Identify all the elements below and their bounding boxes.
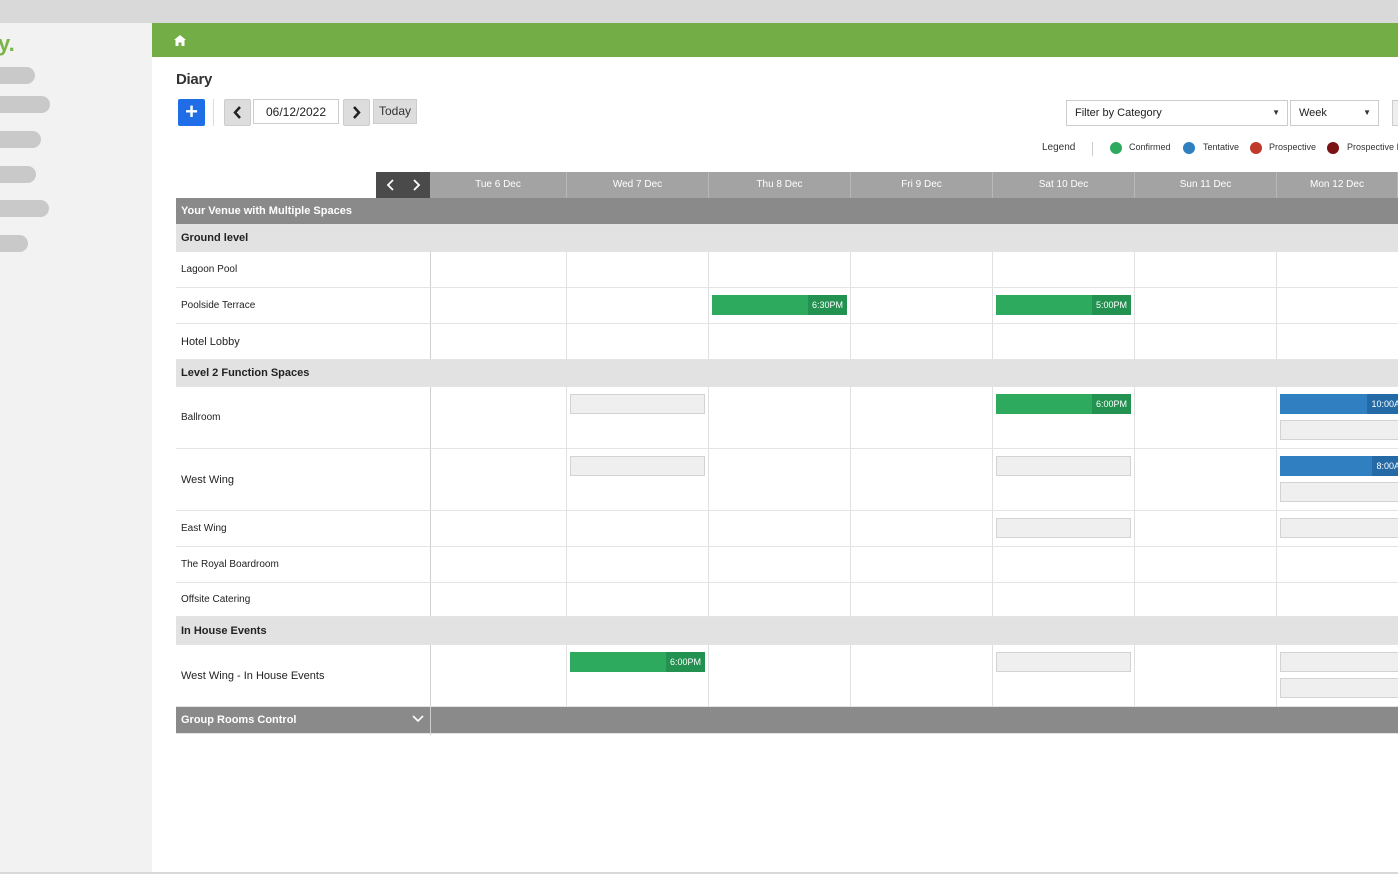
- space-row-label[interactable]: East Wing: [176, 511, 430, 547]
- space-row-label[interactable]: West Wing - In House Events: [176, 645, 430, 707]
- legend-divider: [1092, 142, 1093, 156]
- diary-main: Diary + 06/12/2022 Today Filter by Categ…: [152, 57, 1398, 873]
- space-row-label[interactable]: The Royal Boardroom: [176, 547, 430, 583]
- day-header: Fri 9 Dec: [851, 172, 993, 198]
- tentative-dot-icon: [1183, 142, 1195, 154]
- group-rooms-row: [430, 707, 1398, 734]
- chevron-right-icon: [353, 106, 361, 119]
- browser-top-strip: [0, 0, 1398, 23]
- sidebar-item[interactable]: [0, 235, 28, 252]
- app-logo: y.: [0, 31, 15, 56]
- booking-placeholder[interactable]: [1280, 518, 1398, 538]
- space-row[interactable]: [430, 547, 1398, 583]
- space-row-label[interactable]: Ballroom: [176, 387, 430, 449]
- day-header: Sat 10 Dec: [993, 172, 1135, 198]
- venue-row: [430, 198, 1398, 225]
- add-booking-button[interactable]: +: [178, 99, 205, 126]
- booking-time: 6:30PM: [807, 295, 847, 315]
- booking-placeholder[interactable]: [570, 394, 705, 414]
- booking-placeholder[interactable]: [570, 456, 705, 476]
- booking-placeholder[interactable]: [996, 518, 1131, 538]
- group-row: [430, 617, 1398, 645]
- category-filter-label: Filter by Category: [1075, 107, 1162, 119]
- booking-placeholder[interactable]: [1280, 420, 1398, 440]
- group-rooms-label: Group Rooms Control: [181, 714, 297, 726]
- category-filter-select[interactable]: Filter by Category ▼: [1066, 100, 1288, 126]
- booking-time: 8:00A: [1372, 456, 1398, 476]
- space-row[interactable]: [430, 583, 1398, 617]
- booking-tentative[interactable]: 10:00A: [1280, 394, 1398, 414]
- booking-time: 6:00PM: [1091, 394, 1131, 414]
- space-row-label[interactable]: Poolside Terrace: [176, 288, 430, 324]
- legend-prospective: Prospective: [1269, 142, 1317, 152]
- legend-title: Legend: [1042, 142, 1076, 153]
- booking-placeholder[interactable]: [1280, 482, 1398, 502]
- booking-confirmed[interactable]: 5:00PM: [996, 295, 1131, 315]
- booking-time: 5:00PM: [1091, 295, 1131, 315]
- group-row: [430, 225, 1398, 252]
- day-header: Mon 12 Dec: [1277, 172, 1398, 198]
- space-row[interactable]: [430, 511, 1398, 547]
- legend-confirmed: Confirmed: [1129, 142, 1171, 152]
- sidebar-item[interactable]: [0, 131, 41, 148]
- space-row-label[interactable]: West Wing: [176, 449, 430, 511]
- previous-date-button[interactable]: [224, 99, 251, 126]
- scroll-right-icon: [413, 179, 421, 191]
- legend-prospective-i: Prospective I: [1347, 142, 1398, 152]
- toolbar-divider: [213, 99, 214, 126]
- chevron-left-icon: [233, 106, 241, 119]
- prospective-i-dot-icon: [1327, 142, 1339, 154]
- date-input[interactable]: 06/12/2022: [253, 99, 339, 124]
- space-row[interactable]: [430, 324, 1398, 360]
- space-row[interactable]: [430, 252, 1398, 288]
- booking-time: 6:00PM: [665, 652, 705, 672]
- space-row-label[interactable]: Lagoon Pool: [176, 252, 430, 288]
- sidebar-item[interactable]: [0, 166, 36, 183]
- booking-placeholder[interactable]: [1280, 678, 1398, 698]
- booking-time: 10:00A: [1367, 394, 1398, 414]
- booking-placeholder[interactable]: [996, 652, 1131, 672]
- booking-confirmed[interactable]: 6:00PM: [570, 652, 705, 672]
- today-button[interactable]: Today: [373, 99, 417, 124]
- chevron-down-icon: [412, 714, 424, 726]
- day-header: Sun 11 Dec: [1135, 172, 1277, 198]
- sidebar-item[interactable]: [0, 67, 35, 84]
- sidebar-item[interactable]: [0, 200, 49, 217]
- group-row-label: In House Events: [176, 617, 430, 645]
- day-header: Tue 6 Dec: [430, 172, 567, 198]
- week-scroll-controls: [376, 172, 430, 198]
- booking-placeholder[interactable]: [1280, 652, 1398, 672]
- page-title: Diary: [176, 71, 213, 88]
- group-row: [430, 360, 1398, 387]
- group-row-label: Level 2 Function Spaces: [176, 360, 430, 387]
- view-mode-select[interactable]: Week ▼: [1290, 100, 1379, 126]
- booking-tentative[interactable]: 8:00A: [1280, 456, 1398, 476]
- day-header: Wed 7 Dec: [567, 172, 709, 198]
- group-row-label: Ground level: [176, 225, 430, 252]
- group-rooms-control-toggle[interactable]: Group Rooms Control: [176, 707, 430, 734]
- confirmed-dot-icon: [1110, 142, 1122, 154]
- sidebar-item[interactable]: [0, 96, 50, 113]
- booking-confirmed[interactable]: 6:00PM: [996, 394, 1131, 414]
- view-mode-label: Week: [1299, 107, 1327, 119]
- booking-placeholder[interactable]: [996, 456, 1131, 476]
- space-row-label[interactable]: Hotel Lobby: [176, 324, 430, 360]
- next-date-button[interactable]: [343, 99, 370, 126]
- home-icon[interactable]: [174, 33, 186, 51]
- legend-tentative: Tentative: [1203, 142, 1240, 152]
- venue-row-label: Your Venue with Multiple Spaces: [176, 198, 430, 225]
- booking-confirmed[interactable]: 6:30PM: [712, 295, 847, 315]
- day-header: Thu 8 Dec: [709, 172, 851, 198]
- top-bar: [152, 23, 1398, 57]
- scroll-left-icon: [386, 179, 394, 191]
- space-row-label[interactable]: Offsite Catering: [176, 583, 430, 617]
- sidebar: y.: [0, 23, 152, 874]
- prospective-dot-icon: [1250, 142, 1262, 154]
- dropdown-arrow-icon: ▼: [1272, 108, 1280, 117]
- space-row[interactable]: [430, 288, 1398, 324]
- toolbar-button-partial[interactable]: [1392, 100, 1398, 126]
- dropdown-arrow-icon: ▼: [1363, 108, 1371, 117]
